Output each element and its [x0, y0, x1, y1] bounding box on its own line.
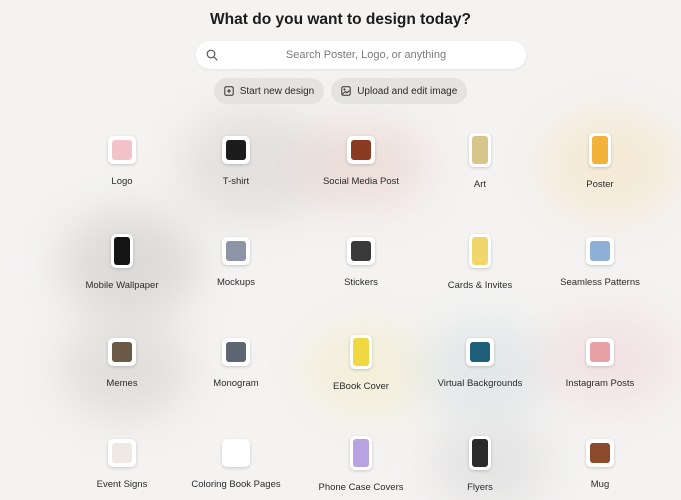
upload-image-icon — [341, 86, 351, 96]
upload-and-edit-image-button[interactable]: Upload and edit image — [331, 78, 468, 104]
category-tile-seamless-patterns[interactable]: Seamless Patterns — [535, 221, 665, 321]
virtual-bg-thumbnail-image — [470, 342, 490, 362]
category-tile-art[interactable]: Art — [415, 120, 545, 220]
category-label: Memes — [106, 378, 138, 389]
coloring-thumbnail — [222, 439, 250, 467]
flyers-thumbnail — [469, 436, 491, 470]
category-label: Virtual Backgrounds — [437, 378, 523, 389]
quick-actions: Start new design Upload and edit image — [0, 78, 681, 104]
wallpaper-thumbnail — [111, 234, 133, 268]
category-tile-mug[interactable]: Mug — [535, 423, 665, 500]
category-label: Logo — [111, 176, 133, 187]
ebook-thumbnail — [350, 335, 372, 369]
category-tile-coloring-book-pages[interactable]: Coloring Book Pages — [171, 423, 301, 500]
search-icon — [206, 49, 218, 61]
category-label: Monogram — [213, 378, 259, 389]
ebook-thumbnail-image — [353, 338, 369, 366]
category-label: Mobile Wallpaper — [85, 280, 159, 291]
monogram-thumbnail — [222, 338, 250, 366]
social-post-thumbnail — [347, 136, 375, 164]
mug-thumbnail — [586, 439, 614, 467]
category-label: Phone Case Covers — [318, 482, 404, 493]
tshirt-thumbnail — [222, 136, 250, 164]
category-label: Stickers — [344, 277, 378, 288]
category-tile-flyers[interactable]: Flyers — [415, 423, 545, 500]
art-thumbnail — [469, 133, 491, 167]
social-post-thumbnail-image — [351, 140, 371, 160]
poster-thumbnail-image — [592, 136, 608, 164]
logo-thumbnail-image — [112, 140, 132, 160]
category-tile-stickers[interactable]: Stickers — [296, 221, 426, 321]
category-label: Art — [473, 179, 487, 190]
search-bar[interactable] — [196, 41, 526, 69]
category-label: Cards & Invites — [447, 280, 513, 291]
virtual-bg-thumbnail — [466, 338, 494, 366]
patterns-thumbnail-image — [590, 241, 610, 261]
category-label: Mockups — [216, 277, 255, 288]
start-new-design-label: Start new design — [239, 85, 315, 97]
category-label: T-shirt — [222, 176, 250, 187]
art-thumbnail-image — [472, 136, 488, 164]
category-tile-ebook-cover[interactable]: EBook Cover — [296, 322, 426, 422]
category-tile-t-shirt[interactable]: T-shirt — [171, 120, 301, 220]
new-design-icon — [224, 86, 234, 96]
poster-thumbnail — [589, 133, 611, 167]
category-label: Seamless Patterns — [560, 277, 640, 288]
patterns-thumbnail — [586, 237, 614, 265]
instagram-thumbnail-image — [590, 342, 610, 362]
category-tile-phone-case-covers[interactable]: Phone Case Covers — [296, 423, 426, 500]
flyers-thumbnail-image — [472, 439, 488, 467]
mockups-thumbnail-image — [226, 241, 246, 261]
tshirt-thumbnail-image — [226, 140, 246, 160]
upload-and-edit-image-label: Upload and edit image — [357, 85, 458, 97]
category-tile-social-media-post[interactable]: Social Media Post — [296, 120, 426, 220]
category-tile-logo[interactable]: Logo — [57, 120, 187, 220]
memes-thumbnail — [108, 338, 136, 366]
coloring-thumbnail-image — [226, 443, 246, 463]
category-label: Event Signs — [96, 479, 148, 490]
phone-case-thumbnail — [350, 436, 372, 470]
category-tile-memes[interactable]: Memes — [57, 322, 187, 422]
wallpaper-thumbnail-image — [114, 237, 130, 265]
start-new-design-button[interactable]: Start new design — [213, 78, 325, 104]
category-label: Social Media Post — [322, 176, 400, 187]
category-tile-cards-invites[interactable]: Cards & Invites — [415, 221, 545, 321]
event-signs-thumbnail-image — [112, 443, 132, 463]
mug-thumbnail-image — [590, 443, 610, 463]
event-signs-thumbnail — [108, 439, 136, 467]
category-label: Mug — [590, 479, 610, 490]
mockups-thumbnail — [222, 237, 250, 265]
search-input[interactable] — [196, 41, 526, 69]
category-tile-monogram[interactable]: Monogram — [171, 322, 301, 422]
category-tile-poster[interactable]: Poster — [535, 120, 665, 220]
category-tile-virtual-backgrounds[interactable]: Virtual Backgrounds — [415, 322, 545, 422]
cards-thumbnail-image — [472, 237, 488, 265]
stickers-thumbnail-image — [351, 241, 371, 261]
design-home-page: What do you want to design today? Start … — [0, 0, 681, 500]
stickers-thumbnail — [347, 237, 375, 265]
category-label: Poster — [586, 179, 614, 190]
monogram-thumbnail-image — [226, 342, 246, 362]
category-tile-instagram-posts[interactable]: Instagram Posts — [535, 322, 665, 422]
logo-thumbnail — [108, 136, 136, 164]
page-title: What do you want to design today? — [210, 11, 471, 28]
category-tile-mobile-wallpaper[interactable]: Mobile Wallpaper — [57, 221, 187, 321]
category-label: Coloring Book Pages — [191, 479, 281, 490]
category-tile-mockups[interactable]: Mockups — [171, 221, 301, 321]
category-label: EBook Cover — [333, 381, 389, 392]
instagram-thumbnail — [586, 338, 614, 366]
category-label: Flyers — [467, 482, 493, 493]
cards-thumbnail — [469, 234, 491, 268]
memes-thumbnail-image — [112, 342, 132, 362]
category-tile-event-signs[interactable]: Event Signs — [57, 423, 187, 500]
category-label: Instagram Posts — [565, 378, 635, 389]
phone-case-thumbnail-image — [353, 439, 369, 467]
